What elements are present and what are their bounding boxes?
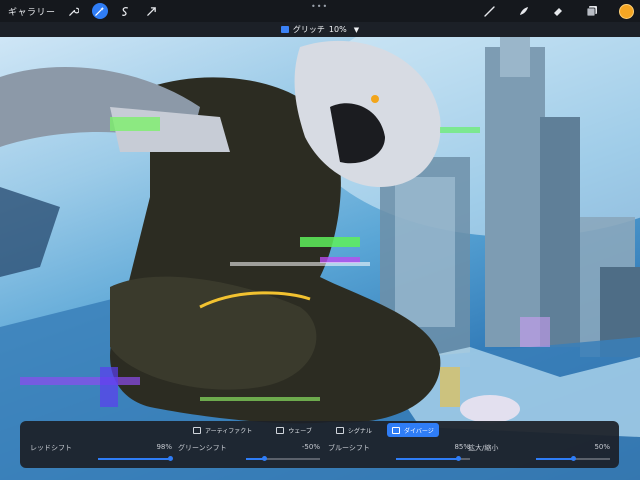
color-swatch[interactable]: [618, 3, 634, 19]
adjustment-percent: 10%: [328, 25, 347, 34]
smudge-icon[interactable]: [516, 3, 532, 19]
magic-wand-icon[interactable]: [91, 3, 108, 19]
tab-wave[interactable]: ウェーブ: [271, 423, 317, 437]
tab-label: ウェーブ: [288, 427, 312, 435]
tab-artifact[interactable]: アーティファクト: [188, 423, 257, 437]
diverge-icon: [391, 426, 400, 434]
signal-icon: [335, 426, 344, 434]
right-toolset: [464, 3, 634, 19]
slider-fill: [536, 458, 573, 460]
selection-icon[interactable]: [118, 3, 134, 19]
tab-label: アーティファクト: [205, 427, 253, 435]
slider-green-shift: グリーンシフト -50%: [170, 440, 320, 466]
slider-fill: [98, 458, 171, 460]
layers-icon[interactable]: [584, 3, 600, 19]
chevron-down-icon[interactable]: ▼: [354, 26, 359, 34]
artifact-icon: [193, 426, 201, 434]
slider-blue-shift: ブルーシフト 85%: [320, 440, 470, 466]
tab-diverge[interactable]: ダイバージ: [386, 423, 439, 437]
wave-icon: [276, 426, 285, 434]
slider-label: 拡大/縮小: [468, 444, 499, 452]
slider-row: レッドシフト 98% グリーンシフト -50% ブルーシフト 85% 拡大/縮小…: [20, 440, 619, 466]
slider-label: グリーンシフト: [178, 444, 227, 452]
slider-knob[interactable]: [262, 456, 267, 461]
slider-track[interactable]: [98, 456, 174, 461]
glitch-artwork: [0, 37, 640, 480]
slider-label: レッドシフト: [30, 444, 72, 452]
adjustment-title-bar[interactable]: グリッチ 10% ▼: [0, 22, 640, 37]
tab-label: ダイバージ: [403, 427, 434, 435]
slider-knob[interactable]: [570, 456, 576, 461]
tab-signal[interactable]: シグナル: [331, 423, 377, 437]
artwork-canvas[interactable]: [0, 37, 640, 480]
current-color-dot: [618, 3, 634, 19]
top-toolbar: ギャラリー •••: [0, 0, 640, 22]
slider-value: -50%: [301, 443, 320, 451]
slider-track[interactable]: [396, 456, 470, 461]
brush-icon[interactable]: [482, 3, 498, 19]
tab-label: シグナル: [347, 427, 372, 435]
slider-fill: [396, 458, 459, 460]
slider-track[interactable]: [246, 456, 320, 461]
slider-value: 50%: [594, 443, 610, 451]
gallery-button[interactable]: ギャラリー: [8, 5, 56, 18]
wrench-icon[interactable]: [66, 3, 82, 19]
slider-track[interactable]: [536, 456, 610, 461]
glitch-adjustment-icon: [280, 26, 289, 33]
transform-icon[interactable]: [144, 3, 160, 19]
adjustment-name: グリッチ: [292, 25, 325, 34]
eraser-icon[interactable]: [550, 3, 566, 19]
slider-red-shift: レッドシフト 98%: [22, 440, 174, 466]
slider-label: ブルーシフト: [328, 444, 370, 452]
more-options-handle[interactable]: •••: [311, 2, 328, 11]
glitch-mode-tabs: アーティファクト ウェーブ シグナル ダイバージ: [188, 423, 472, 437]
slider-scale: 拡大/縮小 50%: [460, 440, 610, 466]
glitch-settings-panel: アーティファクト ウェーブ シグナル ダイバージ レッドシフト 98% グリーン…: [20, 421, 619, 468]
